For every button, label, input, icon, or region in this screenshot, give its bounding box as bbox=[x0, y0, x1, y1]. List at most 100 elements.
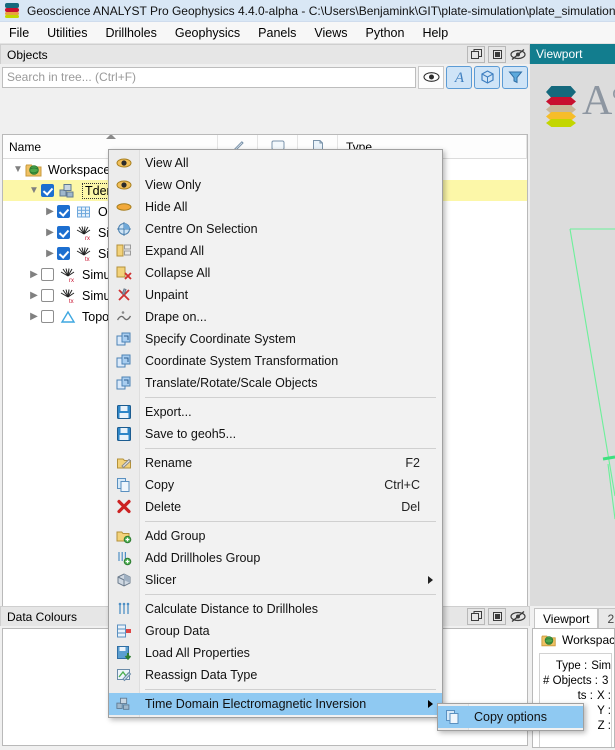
menu-views[interactable]: Views bbox=[305, 24, 356, 42]
context-menu-item-specify-coordinate-system[interactable]: Specify Coordinate System bbox=[109, 328, 442, 350]
property-row-extents-x: ts : X : bbox=[540, 688, 611, 703]
svg-text:A: A bbox=[453, 70, 464, 85]
menu-geophysics[interactable]: Geophysics bbox=[166, 24, 249, 42]
expander-icon[interactable]: ▶ bbox=[43, 206, 57, 217]
viewport-panel: Viewport AG bbox=[530, 44, 615, 606]
context-menu-shortcut: Del bbox=[401, 500, 420, 514]
maximize-icon[interactable] bbox=[488, 46, 506, 63]
property-key-type: Type : bbox=[540, 660, 591, 672]
context-menu-item-export[interactable]: Export... bbox=[109, 401, 442, 423]
hide-all-icon[interactable] bbox=[509, 46, 527, 63]
context-menu-item-drape-on[interactable]: Drape on... bbox=[109, 306, 442, 328]
context-menu-label: Calculate Distance to Drillholes bbox=[145, 602, 318, 616]
copy-icon bbox=[116, 477, 132, 493]
restore-icon[interactable] bbox=[467, 46, 485, 63]
context-menu-separator bbox=[145, 521, 436, 522]
analyst-stack-logo-icon bbox=[5, 3, 19, 18]
text-filter-icon[interactable]: A bbox=[446, 66, 472, 89]
visibility-checkbox[interactable] bbox=[57, 247, 70, 260]
context-menu-item-load-all-properties[interactable]: Load All Properties bbox=[109, 642, 442, 664]
delete-x-icon bbox=[116, 499, 132, 515]
restore-icon[interactable] bbox=[467, 608, 485, 625]
context-menu-shortcut: Ctrl+C bbox=[384, 478, 420, 492]
property-value-extents-z: Z : bbox=[598, 720, 611, 732]
context-menu-item-calculate-distance-to-drillholes[interactable]: Calculate Distance to Drillholes bbox=[109, 598, 442, 620]
context-menu-item-rename[interactable]: Rename F2 bbox=[109, 452, 442, 474]
menu-python[interactable]: Python bbox=[357, 24, 414, 42]
context-menu-item-centre-on-selection[interactable]: Centre On Selection bbox=[109, 218, 442, 240]
object-filter-icon[interactable] bbox=[474, 66, 500, 89]
context-menu-label: Save to geoh5... bbox=[145, 427, 236, 441]
context-menu-item-unpaint[interactable]: Unpaint bbox=[109, 284, 442, 306]
hide-all-icon[interactable] bbox=[509, 608, 527, 625]
context-menu-item-expand-all[interactable]: Expand All bbox=[109, 240, 442, 262]
simpeg-group-icon bbox=[116, 696, 132, 712]
properties-workspace-row[interactable]: Workspace bbox=[533, 629, 614, 651]
context-menu-item-coordinate-system-transformation[interactable]: Coordinate System Transformation bbox=[109, 350, 442, 372]
expander-icon[interactable]: ▶ bbox=[43, 227, 57, 238]
chevron-right-icon bbox=[428, 700, 433, 708]
property-value-extents-y: Y : bbox=[597, 705, 611, 717]
property-value-extents-x: X : bbox=[597, 690, 611, 702]
menu-panels[interactable]: Panels bbox=[249, 24, 305, 42]
context-menu-item-hide-all[interactable]: Hide All bbox=[109, 196, 442, 218]
expander-icon[interactable]: ▼ bbox=[11, 164, 25, 175]
context-menu-item-view-only[interactable]: View Only bbox=[109, 174, 442, 196]
visibility-checkbox[interactable] bbox=[41, 310, 54, 323]
menu-help[interactable]: Help bbox=[413, 24, 457, 42]
visibility-checkbox[interactable] bbox=[41, 184, 54, 197]
menu-file[interactable]: File bbox=[0, 24, 38, 42]
search-input[interactable] bbox=[2, 67, 416, 88]
context-menu-item-time-domain-electromagnetic-inversion[interactable]: Time Domain Electromagnetic Inversion bbox=[109, 693, 442, 715]
visibility-checkbox[interactable] bbox=[57, 205, 70, 218]
property-value-type: Sim bbox=[591, 660, 611, 672]
save-disk-icon bbox=[116, 404, 132, 420]
expander-icon[interactable]: ▼ bbox=[27, 185, 41, 196]
collapse-all-icon bbox=[116, 265, 132, 281]
eye-icon[interactable] bbox=[418, 66, 444, 89]
submenu-item-copy-options[interactable]: Copy options bbox=[438, 706, 583, 728]
drape-icon bbox=[116, 309, 132, 325]
coordinate-system-icon bbox=[116, 331, 132, 347]
visibility-checkbox[interactable] bbox=[41, 289, 54, 302]
tab-2d[interactable]: 2D bbox=[598, 608, 615, 628]
menu-drillholes[interactable]: Drillholes bbox=[96, 24, 165, 42]
tab-viewport[interactable]: Viewport bbox=[534, 608, 598, 628]
chevron-right-icon bbox=[428, 576, 433, 584]
properties-workspace-label: Workspace bbox=[562, 633, 615, 647]
expander-icon[interactable]: ▶ bbox=[27, 290, 41, 301]
context-menu-item-collapse-all[interactable]: Collapse All bbox=[109, 262, 442, 284]
objects-panel-titlebar: Objects bbox=[0, 44, 530, 64]
context-menu-item-group-data[interactable]: Group Data bbox=[109, 620, 442, 642]
context-menu-label: Coordinate System Transformation bbox=[145, 354, 338, 368]
funnel-filter-icon[interactable] bbox=[502, 66, 528, 89]
maximize-icon[interactable] bbox=[488, 608, 506, 625]
viewport-canvas[interactable]: AG bbox=[530, 64, 615, 606]
context-menu-item-slicer[interactable]: Slicer bbox=[109, 569, 442, 591]
context-menu-label: Hide All bbox=[145, 200, 187, 214]
expander-icon[interactable]: ▶ bbox=[27, 311, 41, 322]
menu-utilities[interactable]: Utilities bbox=[38, 24, 96, 42]
context-menu-item-translate-rotate-scale-objects[interactable]: Translate/Rotate/Scale Objects bbox=[109, 372, 442, 394]
drillholes-distance-icon bbox=[116, 601, 132, 617]
context-menu-item-view-all[interactable]: View All bbox=[109, 152, 442, 174]
context-menu-label: Group Data bbox=[145, 624, 210, 638]
context-menu-item-delete[interactable]: Delete Del bbox=[109, 496, 442, 518]
tree-label-workspace: Workspace bbox=[48, 163, 110, 177]
context-menu-item-copy[interactable]: Copy Ctrl+C bbox=[109, 474, 442, 496]
context-menu-item-add-drillholes-group[interactable]: Add Drillholes Group bbox=[109, 547, 442, 569]
expander-icon[interactable]: ▶ bbox=[27, 269, 41, 280]
property-row-objects: # Objects : 3 bbox=[540, 673, 611, 688]
tree-context-menu: View All View Only Hide All Centre On Se… bbox=[108, 149, 443, 718]
context-menu-item-save-to-geoh5[interactable]: Save to geoh5... bbox=[109, 423, 442, 445]
context-menu-shortcut: F2 bbox=[405, 456, 420, 470]
expander-icon[interactable]: ▶ bbox=[43, 248, 57, 259]
context-menu-label: Centre On Selection bbox=[145, 222, 258, 236]
visibility-checkbox[interactable] bbox=[57, 226, 70, 239]
copy-icon bbox=[445, 709, 461, 725]
context-menu-item-reassign-data-type[interactable]: Reassign Data Type bbox=[109, 664, 442, 686]
visibility-checkbox[interactable] bbox=[41, 268, 54, 281]
context-menu-item-add-group[interactable]: Add Group bbox=[109, 525, 442, 547]
submenu-label: Copy options bbox=[474, 710, 547, 724]
context-menu-label: View Only bbox=[145, 178, 201, 192]
